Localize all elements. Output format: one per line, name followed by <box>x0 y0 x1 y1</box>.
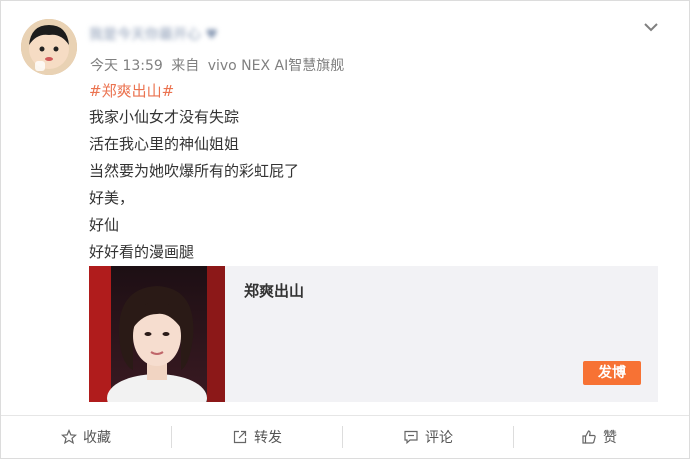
favorite-button[interactable]: 收藏 <box>1 416 171 458</box>
favorite-label: 收藏 <box>83 430 111 446</box>
avatar[interactable] <box>21 19 77 75</box>
post-text-line: 活在我心里的神仙姐姐 <box>89 135 240 153</box>
post-text-line: 我家小仙女才没有失踪 <box>89 108 240 126</box>
comment-label: 评论 <box>425 430 453 446</box>
weibo-post-card: 我是今天你最开心 ♥ 今天 13:59 来自 vivo NEX AI智慧旗舰 #… <box>0 0 690 459</box>
post-text-line: 当然要为她吹爆所有的彩虹屁了 <box>89 162 300 180</box>
post-text: 我家小仙女才没有失踪 活在我心里的神仙姐姐 当然要为她吹爆所有的彩虹屁了 好美，… <box>89 104 299 266</box>
post-time[interactable]: 今天 13:59 <box>90 55 163 75</box>
star-icon <box>61 429 77 445</box>
post-text-line: 好好看的漫画腿 <box>89 243 195 261</box>
like-label: 赞 <box>603 430 617 446</box>
post-button[interactable]: 发博 <box>583 361 641 385</box>
comment-button[interactable]: 评论 <box>343 416 513 458</box>
post-source-label: 来自 <box>171 58 200 74</box>
like-button[interactable]: 赞 <box>514 416 684 458</box>
chevron-down-icon[interactable] <box>641 20 661 34</box>
repost-label: 转发 <box>254 430 282 446</box>
comment-icon <box>404 430 418 445</box>
topic-title[interactable]: 郑爽出山 <box>244 280 304 301</box>
post-text-line: 好美， <box>89 189 135 207</box>
repost-button[interactable]: 转发 <box>172 416 342 458</box>
hashtag-link[interactable]: #郑爽出山# <box>89 80 174 101</box>
post-device[interactable]: vivo NEX AI智慧旗舰 <box>208 55 345 75</box>
action-bar: 收藏 转发 评论 赞 <box>1 416 689 458</box>
username[interactable]: 我是今天你最开心 ♥ <box>89 24 269 43</box>
topic-image[interactable] <box>89 266 225 402</box>
thumb-up-icon <box>582 430 596 444</box>
post-text-line: 好仙 <box>89 216 120 234</box>
topic-card[interactable]: 郑爽出山 发博 <box>89 266 658 402</box>
share-icon <box>233 430 247 444</box>
post-meta: 今天 13:59 来自 vivo NEX AI智慧旗舰 <box>90 55 344 75</box>
